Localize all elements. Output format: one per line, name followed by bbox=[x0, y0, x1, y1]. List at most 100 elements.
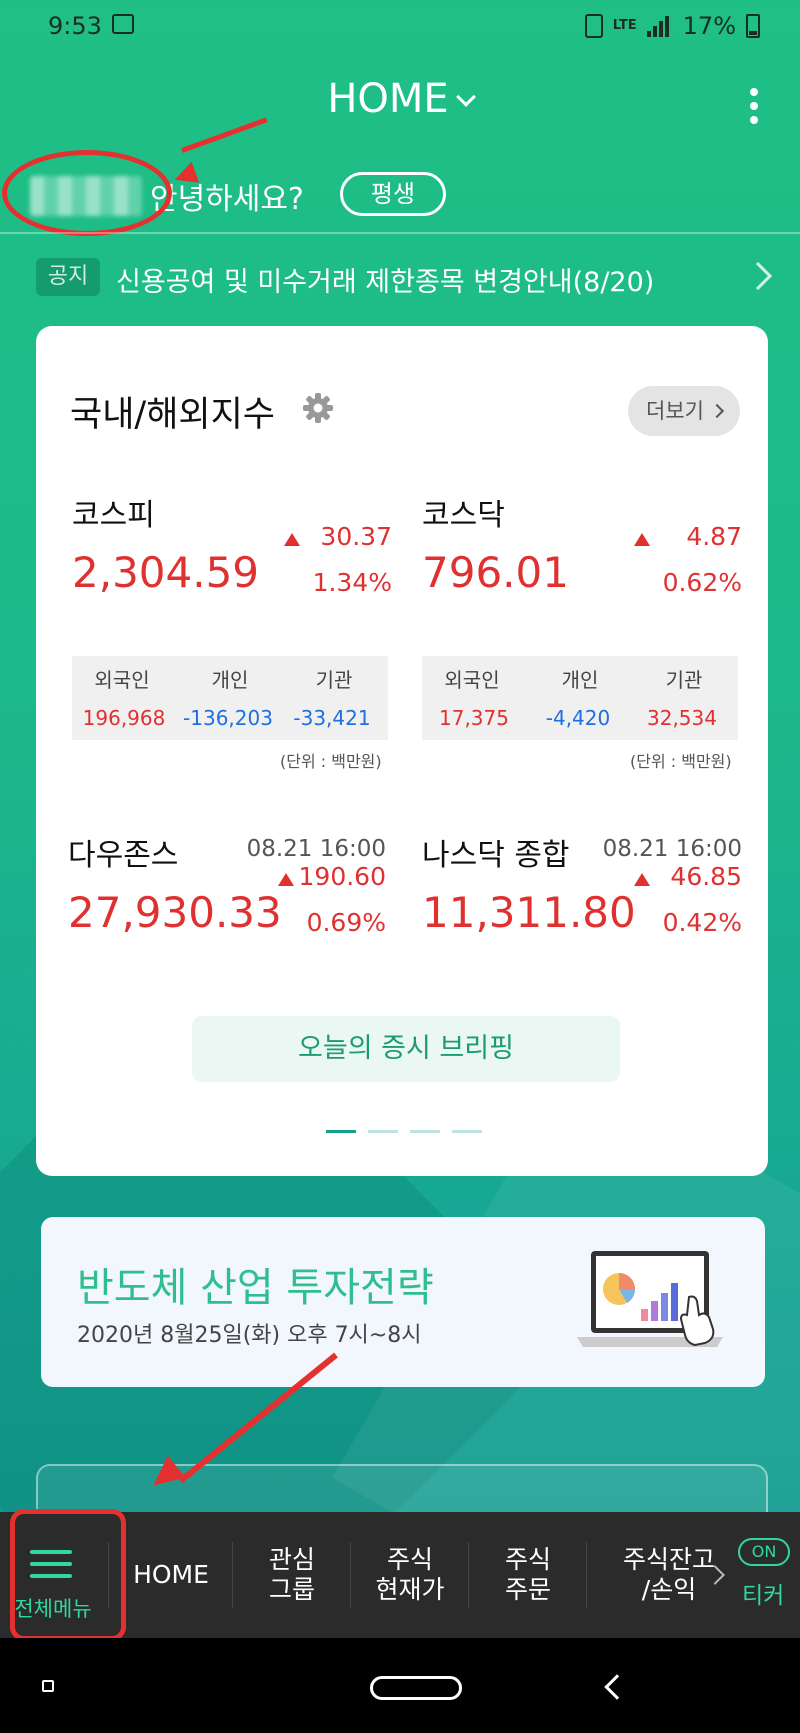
up-triangle-icon bbox=[284, 533, 300, 546]
index-change: 4.87 bbox=[686, 522, 742, 551]
index-change-pct: 0.62% bbox=[662, 568, 742, 597]
flow-header: 개인 bbox=[561, 668, 599, 692]
notice-text: 신용공여 및 미수거래 제한종목 변경안내(8/20) bbox=[116, 267, 655, 298]
more-button-label: 더보기 bbox=[646, 399, 704, 423]
status-indicators: LTE 17% bbox=[584, 12, 760, 40]
chevron-right-icon bbox=[743, 261, 773, 291]
kospi-investor-flow: 외국인 개인 기관 196,968 -136,203 -33,421 bbox=[72, 656, 388, 740]
nav-label: HOME bbox=[133, 1560, 209, 1589]
unit-label: (단위 : 백만원) bbox=[630, 752, 732, 771]
nav-label: 관심 그룹 bbox=[268, 1545, 315, 1604]
up-triangle-icon bbox=[634, 533, 650, 546]
flow-header: 외국인 bbox=[94, 668, 150, 692]
page-dot bbox=[326, 1130, 356, 1133]
header-title[interactable]: HOME bbox=[0, 76, 800, 122]
header-title-text: HOME bbox=[327, 76, 449, 122]
nav-separator bbox=[232, 1542, 233, 1608]
index-name: 코스피 bbox=[72, 498, 155, 533]
nav-separator bbox=[468, 1542, 469, 1608]
greeting-text: 안녕하세요? bbox=[150, 182, 304, 217]
kospi-index[interactable]: 코스피 2,304.59 30.37 1.34% bbox=[72, 490, 392, 610]
chevron-right-icon bbox=[709, 403, 725, 419]
gear-icon[interactable] bbox=[302, 392, 334, 424]
flow-header: 기관 bbox=[315, 668, 353, 692]
page-dot bbox=[452, 1130, 482, 1133]
index-change-pct: 0.42% bbox=[662, 908, 742, 937]
flow-header: 개인 bbox=[211, 668, 249, 692]
system-nav-bar bbox=[0, 1638, 800, 1733]
index-value: 796.01 bbox=[422, 548, 569, 597]
nav-label: 주식잔고 /손익 bbox=[622, 1545, 715, 1604]
nasdaq-index[interactable]: 나스닥 종합 08.21 16:00 11,311.80 46.85 0.42% bbox=[422, 830, 742, 950]
kosdaq-investor-flow: 외국인 개인 기관 17,375 -4,420 32,534 bbox=[422, 656, 738, 740]
laptop-chart-icon bbox=[577, 1251, 723, 1347]
back-icon[interactable] bbox=[604, 1674, 630, 1700]
recent-apps-icon[interactable] bbox=[42, 1680, 54, 1692]
nav-separator bbox=[586, 1542, 587, 1608]
nav-stock-price[interactable]: 주식 현재가 bbox=[352, 1512, 468, 1638]
up-triangle-icon bbox=[634, 873, 650, 886]
annotation-arrow bbox=[181, 117, 268, 153]
index-card: 국내/해외지수 더보기 코스피 2,304.59 30.37 1.34% 코스닥… bbox=[36, 326, 768, 1176]
index-value: 11,311.80 bbox=[422, 888, 636, 937]
annotation-box bbox=[10, 1509, 126, 1641]
ticker-label[interactable]: 티커 bbox=[742, 1576, 784, 1610]
page-dot bbox=[410, 1130, 440, 1133]
market-briefing-button[interactable]: 오늘의 증시 브리핑 bbox=[192, 1016, 620, 1082]
index-change: 30.37 bbox=[320, 522, 392, 551]
nav-label: 주식 주문 bbox=[504, 1545, 551, 1604]
signal-icon bbox=[646, 15, 673, 37]
index-name: 나스닥 종합 bbox=[422, 838, 570, 873]
status-time: 9:53 bbox=[48, 12, 102, 40]
member-grade-badge[interactable]: 평생 bbox=[340, 172, 446, 216]
kosdaq-index[interactable]: 코스닥 796.01 4.87 0.62% bbox=[422, 490, 742, 610]
flow-value: -136,203 bbox=[183, 706, 273, 730]
banner-title: 반도체 산업 투자전략 bbox=[77, 1265, 434, 1311]
index-time: 08.21 16:00 bbox=[602, 836, 742, 862]
nav-watchlist[interactable]: 관심 그룹 bbox=[234, 1512, 350, 1638]
banner-subtitle: 2020년 8월25일(화) 오후 7시~8시 bbox=[77, 1323, 422, 1348]
divider bbox=[0, 232, 800, 234]
index-change: 46.85 bbox=[670, 862, 742, 891]
unit-label: (단위 : 백만원) bbox=[280, 752, 382, 771]
flow-value: -33,421 bbox=[293, 706, 371, 730]
index-time: 08.21 16:00 bbox=[246, 836, 386, 862]
index-change: 190.60 bbox=[298, 862, 386, 891]
battery-icon bbox=[746, 14, 760, 38]
nav-label: 주식 현재가 bbox=[375, 1545, 445, 1604]
flow-value: -4,420 bbox=[545, 706, 611, 730]
index-name: 다우존스 bbox=[68, 838, 179, 873]
index-value: 27,930.33 bbox=[68, 888, 282, 937]
page-indicator bbox=[326, 1130, 482, 1133]
index-change-pct: 1.34% bbox=[312, 568, 392, 597]
up-triangle-icon bbox=[278, 873, 294, 886]
nav-separator bbox=[350, 1542, 351, 1608]
flow-value: 32,534 bbox=[647, 706, 717, 730]
notice-bar[interactable]: 공지 신용공여 및 미수거래 제한종목 변경안내(8/20) bbox=[36, 258, 776, 298]
image-icon bbox=[112, 14, 134, 34]
flow-header: 기관 bbox=[665, 668, 703, 692]
flow-header: 외국인 bbox=[444, 668, 500, 692]
nav-stock-order[interactable]: 주식 주문 bbox=[470, 1512, 586, 1638]
index-name: 코스닥 bbox=[422, 498, 505, 533]
vibrate-icon bbox=[584, 14, 603, 38]
card-title: 국내/해외지수 bbox=[70, 395, 275, 435]
index-change-pct: 0.69% bbox=[306, 908, 386, 937]
status-bar: 9:53 LTE 17% bbox=[0, 0, 800, 52]
home-icon[interactable] bbox=[370, 1676, 462, 1700]
lte-icon: LTE bbox=[612, 18, 637, 33]
more-options-icon[interactable] bbox=[750, 88, 758, 124]
dow-index[interactable]: 다우존스 08.21 16:00 27,930.33 190.60 0.69% bbox=[68, 830, 386, 950]
flow-value: 17,375 bbox=[439, 706, 509, 730]
annotation-circle bbox=[2, 150, 172, 236]
flow-value: 196,968 bbox=[82, 706, 166, 730]
page-dot bbox=[368, 1130, 398, 1133]
battery-percent: 17% bbox=[682, 12, 736, 40]
chevron-down-icon bbox=[455, 87, 476, 107]
ticker-on-badge[interactable]: ON bbox=[738, 1538, 790, 1566]
index-value: 2,304.59 bbox=[72, 548, 260, 597]
more-button[interactable]: 더보기 bbox=[628, 386, 740, 436]
notice-tag: 공지 bbox=[36, 258, 100, 296]
event-banner[interactable]: 반도체 산업 투자전략 2020년 8월25일(화) 오후 7시~8시 bbox=[41, 1217, 765, 1387]
nav-home[interactable]: HOME bbox=[110, 1512, 232, 1638]
